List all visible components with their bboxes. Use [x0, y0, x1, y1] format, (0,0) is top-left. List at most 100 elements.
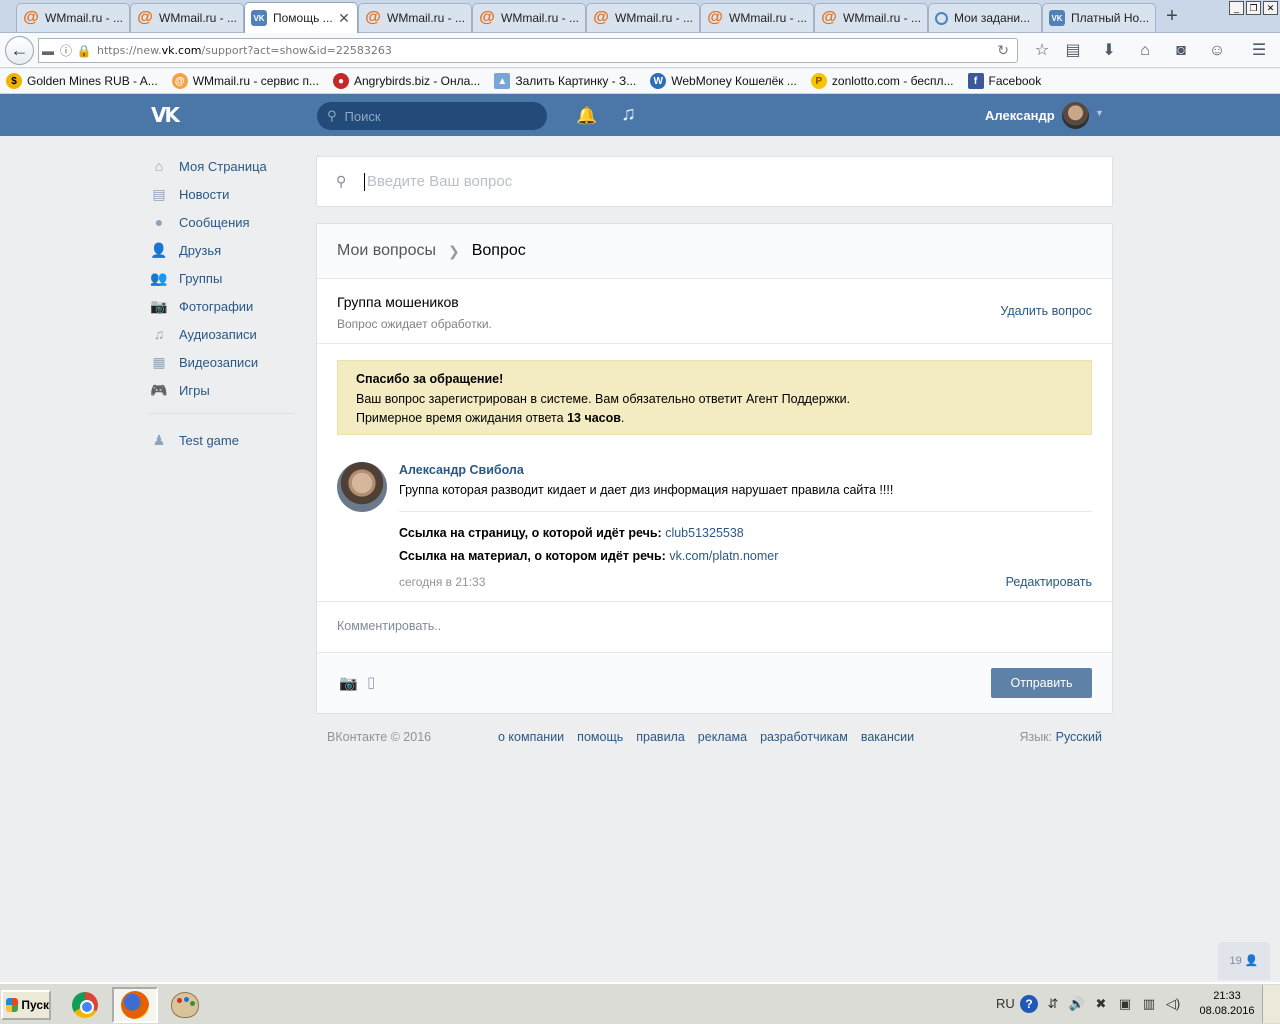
footer-link-developers[interactable]: разработчикам — [760, 730, 848, 744]
bookmark-item[interactable]: ● Angrybirds.biz - Онла... — [332, 73, 480, 89]
reading-list-icon[interactable]: ▤ — [1063, 41, 1083, 61]
bookmark-item[interactable]: $ Golden Mines RUB - A... — [6, 73, 158, 89]
header-search-input[interactable] — [344, 108, 525, 124]
document-icon[interactable]: ▯ — [367, 673, 375, 691]
browser-tab[interactable]: @ WMmail.ru - ... — [130, 3, 244, 32]
vk-logo[interactable]: VK — [151, 103, 185, 127]
taskbar-app-paint[interactable] — [162, 987, 208, 1023]
breadcrumb-current: Вопрос — [471, 242, 526, 259]
network-icon[interactable]: ▣ — [1116, 995, 1134, 1013]
avatar[interactable] — [1062, 102, 1089, 129]
network-disconnected-icon[interactable]: ✖ — [1092, 995, 1110, 1013]
bookmark-item[interactable]: @ WMmail.ru - сервис п... — [171, 73, 319, 89]
start-button[interactable]: Пуск — [1, 990, 51, 1020]
delete-question-link[interactable]: Удалить вопрос — [1000, 304, 1092, 318]
reload-icon[interactable]: ↻ — [997, 42, 1009, 59]
bookmark-item[interactable]: Pzonlotto.com - беспл... — [810, 73, 954, 89]
user-name[interactable]: Александр — [985, 108, 1055, 123]
text-caret — [364, 172, 365, 191]
browser-tab[interactable]: VK Платный Но... — [1042, 3, 1156, 32]
browser-tab[interactable]: @ WMmail.ru - ... — [586, 3, 700, 32]
edit-link[interactable]: Редактировать — [1006, 575, 1092, 589]
browser-tab[interactable]: @ WMmail.ru - ... — [814, 3, 928, 32]
bookmark-item[interactable]: ▲ Залить Картинку - З... — [494, 73, 636, 89]
wmmail-icon: @ — [365, 9, 381, 26]
comment-input[interactable] — [337, 615, 1087, 637]
material-link[interactable]: vk.com/platn.nomer — [669, 549, 778, 563]
minimize-button[interactable]: _ — [1229, 1, 1244, 15]
nav-item-photos[interactable]: 📷 Фотографии — [150, 292, 300, 320]
browser-tab[interactable]: @ WMmail.ru - ... — [700, 3, 814, 32]
breadcrumb: Мои вопросы ❯ Вопрос — [317, 224, 1112, 279]
help-icon[interactable]: ? — [1020, 995, 1038, 1013]
header-search[interactable]: ⚲ — [317, 102, 547, 130]
camera-icon[interactable]: 📷 — [339, 674, 358, 692]
music-icon[interactable]: ♫ — [621, 103, 636, 126]
lock-icon: 🔒 — [76, 43, 92, 58]
bookmark-item[interactable]: W WebMoney Кошелёк ... — [650, 73, 797, 89]
question-search[interactable]: ⚲ — [316, 156, 1113, 207]
nav-item-test-game[interactable]: ♟ Test game — [150, 426, 300, 454]
divider — [317, 343, 1112, 344]
tabs-overview-icon[interactable]: ▬ — [39, 44, 57, 58]
question-search-input[interactable] — [367, 173, 1067, 190]
tray-options-icon[interactable]: ⇵ — [1044, 995, 1062, 1013]
nav-item-my-page[interactable]: ⌂ Моя Страница — [150, 152, 300, 180]
home-button-icon[interactable]: ⌂ — [1135, 41, 1155, 61]
nav-item-news[interactable]: ▤ Новости — [150, 180, 300, 208]
volume-icon[interactable]: 🔊 — [1068, 995, 1086, 1013]
browser-tab-active[interactable]: VK Помощь ... ✕ — [244, 2, 358, 33]
bookmark-item[interactable]: f Facebook — [967, 73, 1041, 89]
language-indicator[interactable]: RU — [996, 995, 1015, 1013]
footer-link-help[interactable]: помощь — [577, 730, 623, 744]
footer-link-ads[interactable]: реклама — [698, 730, 747, 744]
browser-tab[interactable]: @ WMmail.ru - ... — [358, 3, 472, 32]
url-text[interactable]: https://new.vk.com/support?act=show&id=2… — [97, 44, 392, 57]
download-icon[interactable]: ⬇ — [1099, 41, 1119, 61]
nav-item-groups[interactable]: 👥 Группы — [150, 264, 300, 292]
clock[interactable]: 21:33 08.08.2016 — [1192, 989, 1262, 1019]
bookmark-star-icon[interactable]: ☆ — [1032, 41, 1052, 61]
nav-item-games[interactable]: 🎮 Игры — [150, 376, 300, 404]
info-icon[interactable]: ⓘ — [57, 42, 75, 59]
language-link[interactable]: Русский — [1056, 730, 1102, 744]
chevron-down-icon[interactable]: ▼ — [1095, 108, 1104, 118]
nav-item-messages[interactable]: ● Сообщения — [150, 208, 300, 236]
nav-item-video[interactable]: ▦ Видеозаписи — [150, 348, 300, 376]
restore-button[interactable]: ❐ — [1246, 1, 1261, 15]
footer-link-jobs[interactable]: вакансии — [861, 730, 914, 744]
close-window-button[interactable]: ✕ — [1263, 1, 1278, 15]
message-avatar[interactable] — [337, 462, 387, 512]
wmmail-icon: @ — [23, 9, 39, 26]
close-tab-icon[interactable]: ✕ — [337, 10, 351, 27]
wmmail-icon: @ — [593, 9, 609, 26]
nav-item-friends[interactable]: 👤 Друзья — [150, 236, 300, 264]
online-friends-badge[interactable]: 19 👤 — [1218, 942, 1270, 980]
nav-item-audio[interactable]: ♫ Аудиозаписи — [150, 320, 300, 348]
page-link[interactable]: club51325538 — [665, 526, 744, 540]
footer-link-about[interactable]: о компании — [498, 730, 564, 744]
browser-tab[interactable]: @ WMmail.ru - ... — [16, 3, 130, 32]
browser-tab[interactable]: Мои задани... — [928, 3, 1042, 32]
menu-icon[interactable]: ☰ — [1249, 41, 1269, 61]
address-bar[interactable]: ▬ ⓘ 🔒 https://new.vk.com/support?act=sho… — [38, 38, 1018, 63]
new-tab-button[interactable]: + — [1160, 6, 1184, 28]
target-icon — [935, 11, 948, 25]
display-icon[interactable]: ▥ — [1140, 995, 1158, 1013]
breadcrumb-my-questions[interactable]: Мои вопросы — [337, 242, 436, 260]
message-author[interactable]: Александр Свибола — [399, 463, 524, 477]
send-button[interactable]: Отправить — [991, 668, 1092, 698]
copyright: ВКонтакте © 2016 — [327, 730, 432, 744]
message-timestamp: сегодня в 21:33 — [399, 575, 486, 589]
taskbar-app-firefox[interactable] — [112, 987, 158, 1023]
chat-icon[interactable]: ☺ — [1207, 41, 1227, 61]
browser-tab[interactable]: @ WMmail.ru - ... — [472, 3, 586, 32]
speaker-icon[interactable]: ◁) — [1164, 995, 1182, 1013]
bell-icon[interactable]: 🔔 — [576, 106, 597, 126]
footer-link-rules[interactable]: правила — [636, 730, 685, 744]
back-button[interactable]: ← — [5, 36, 34, 65]
show-desktop-button[interactable] — [1262, 985, 1280, 1023]
news-icon: ▤ — [152, 186, 166, 202]
taskbar-app-chrome[interactable] — [62, 987, 108, 1023]
pocket-icon[interactable]: ◙ — [1171, 41, 1191, 61]
